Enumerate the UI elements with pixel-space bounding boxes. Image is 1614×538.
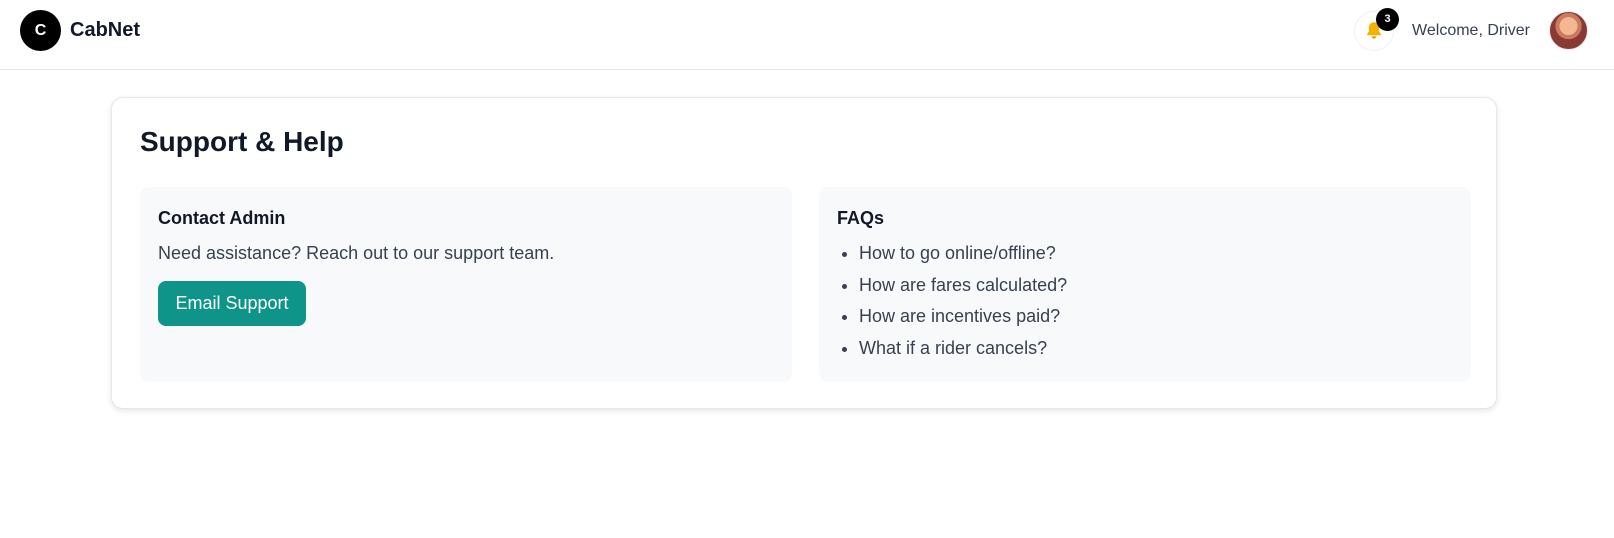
faq-item[interactable]: How are fares calculated? [859,274,1067,306]
logo-mark: C [20,10,61,51]
brand-name: CabNet [70,19,141,41]
email-support-button[interactable]: Email Support [158,281,306,326]
top-navigation-bar: C CabNet 3 Welcome, Driver [0,0,1614,70]
faqs-heading: FAQs [837,208,885,228]
support-help-card: Support & Help Contact Admin Need assist… [111,97,1497,409]
faq-list: How to go online/offline? How are fares … [859,242,1067,368]
notifications-button[interactable]: 3 [1354,7,1400,51]
faq-item[interactable]: How are incentives paid? [859,305,1067,337]
faq-item[interactable]: What if a rider cancels? [859,337,1067,369]
contact-admin-description: Need assistance? Reach out to our suppor… [158,243,555,263]
contact-admin-heading: Contact Admin [158,208,286,228]
header-right-cluster: 3 Welcome, Driver [1354,7,1588,51]
brand[interactable]: C CabNet [20,10,140,51]
avatar[interactable] [1549,11,1588,50]
welcome-text: Welcome, Driver [1412,21,1530,39]
faqs-panel: FAQs How to go online/offline? How are f… [819,187,1471,382]
notification-count-badge: 3 [1376,7,1400,31]
page-title: Support & Help [140,126,344,157]
faq-item[interactable]: How to go online/offline? [859,242,1067,274]
contact-admin-panel: Contact Admin Need assistance? Reach out… [140,187,792,382]
